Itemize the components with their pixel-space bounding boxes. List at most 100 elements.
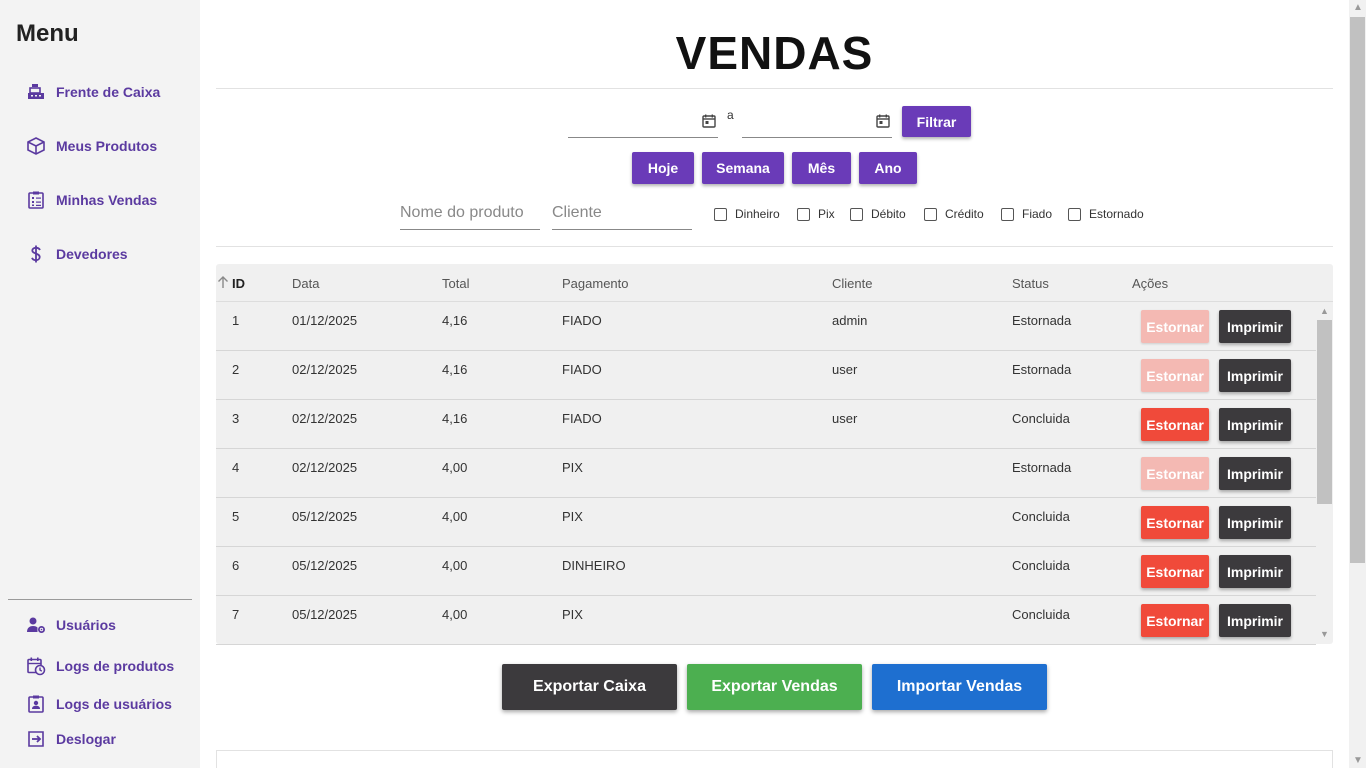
checkbox-dinheiro[interactable]: Dinheiro (714, 207, 780, 221)
sidebar-item-meus-produtos[interactable]: Meus Produtos (26, 134, 157, 158)
period-today-button[interactable]: Hoje (632, 152, 694, 184)
cell-data: 05/12/2025 (292, 509, 358, 524)
cell-data: 02/12/2025 (292, 460, 358, 475)
user-badge-icon (26, 694, 46, 714)
column-header-data[interactable]: Data (292, 276, 319, 291)
export-vendas-button[interactable]: Exportar Vendas (687, 664, 862, 710)
sidebar-item-logs-de-usuarios[interactable]: Logs de usuários (26, 692, 172, 716)
sidebar-item-usuarios[interactable]: Usuários (26, 613, 116, 637)
column-header-cliente[interactable]: Cliente (832, 276, 872, 291)
sidebar-item-label: Logs de produtos (56, 658, 175, 674)
user-gear-icon (26, 615, 46, 635)
table-row: 5 05/12/2025 4,00 PIX Concluida Estornar Impri… (216, 498, 1316, 547)
cell-status: Estornada (1012, 313, 1072, 328)
sidebar-item-deslogar[interactable]: Deslogar (26, 727, 116, 751)
export-caixa-button[interactable]: Exportar Caixa (502, 664, 677, 710)
checkbox-box[interactable] (924, 207, 937, 221)
checkbox-credito[interactable]: Crédito (924, 207, 984, 221)
table-row: 4 02/12/2025 4,00 PIX Estornada Estornar Impri… (216, 449, 1316, 498)
date-start-input[interactable] (568, 106, 718, 138)
estornar-button: Estornar (1141, 359, 1209, 392)
import-vendas-button[interactable]: Importar Vendas (872, 664, 1047, 710)
calendar-icon[interactable] (702, 114, 716, 128)
cell-status: Estornada (1012, 460, 1072, 475)
cell-pagamento: PIX (562, 460, 583, 475)
column-header-total[interactable]: Total (442, 276, 469, 291)
cell-pagamento: PIX (562, 509, 583, 524)
cell-total: 4,16 (442, 362, 468, 377)
client-search-input[interactable]: Cliente (552, 200, 692, 230)
column-header-pagamento[interactable]: Pagamento (562, 276, 629, 291)
checkbox-box[interactable] (797, 207, 810, 221)
imprimir-button[interactable]: Imprimir (1219, 408, 1291, 441)
imprimir-button[interactable]: Imprimir (1219, 457, 1291, 490)
scrollbar-thumb[interactable] (1350, 17, 1365, 563)
checkbox-box[interactable] (1001, 207, 1014, 221)
cell-status: Concluida (1012, 558, 1070, 573)
imprimir-button[interactable]: Imprimir (1219, 555, 1291, 588)
scroll-down-arrow-icon[interactable]: ▼ (1320, 630, 1329, 639)
checkbox-box[interactable] (1068, 207, 1081, 221)
cell-data: 02/12/2025 (292, 411, 358, 426)
estornar-button: Estornar (1141, 457, 1209, 490)
cell-total: 4,00 (442, 607, 468, 622)
calendar-icon[interactable] (876, 114, 890, 128)
product-search-input[interactable]: Nome do produto (400, 200, 540, 230)
page-scrollbar[interactable]: ▲ ▼ (1349, 0, 1366, 768)
cell-data: 05/12/2025 (292, 607, 358, 622)
dollar-icon (26, 244, 46, 264)
filter-button[interactable]: Filtrar (902, 106, 971, 137)
checkbox-fiado[interactable]: Fiado (1001, 207, 1052, 221)
sidebar-item-logs-de-produtos[interactable]: Logs de produtos (26, 654, 174, 678)
table-scrollbar[interactable]: ▲ ▼ (1317, 304, 1332, 642)
calendar-clock-icon (26, 656, 46, 676)
column-header-acoes: Ações (1132, 276, 1169, 291)
column-header-id[interactable]: ID (232, 276, 245, 291)
sidebar-item-label: Frente de Caixa (56, 84, 161, 100)
cell-total: 4,00 (442, 558, 468, 573)
cell-pagamento: FIADO (562, 313, 602, 328)
logout-icon (26, 729, 46, 749)
imprimir-button[interactable]: Imprimir (1219, 359, 1291, 392)
scroll-down-arrow-icon[interactable]: ▼ (1353, 755, 1363, 766)
column-header-status[interactable]: Status (1012, 276, 1049, 291)
estornar-button[interactable]: Estornar (1141, 506, 1209, 539)
imprimir-button[interactable]: Imprimir (1219, 506, 1291, 539)
period-month-button[interactable]: Mês (792, 152, 851, 184)
cell-status: Concluida (1012, 607, 1070, 622)
sort-up-arrow-icon[interactable] (216, 275, 230, 289)
estornar-button[interactable]: Estornar (1141, 408, 1209, 441)
estornar-button[interactable]: Estornar (1141, 604, 1209, 637)
box-icon (26, 136, 46, 156)
cell-total: 4,16 (442, 313, 468, 328)
cell-total: 4,00 (442, 460, 468, 475)
cell-total: 4,16 (442, 411, 468, 426)
scroll-up-arrow-icon[interactable]: ▲ (1353, 2, 1363, 13)
cell-id: 6 (232, 558, 240, 573)
scrollbar-thumb[interactable] (1317, 320, 1332, 504)
date-end-input[interactable] (742, 106, 892, 138)
checkbox-pix[interactable]: Pix (797, 207, 835, 221)
sidebar-item-label: Devedores (56, 246, 128, 262)
checkbox-box[interactable] (714, 207, 727, 221)
sidebar-item-minhas-vendas[interactable]: Minhas Vendas (26, 188, 157, 212)
cash-register-icon (26, 82, 46, 102)
checkbox-box[interactable] (850, 207, 863, 221)
imprimir-button[interactable]: Imprimir (1219, 604, 1291, 637)
checkbox-estornado[interactable]: Estornado (1068, 207, 1144, 221)
checkbox-debito[interactable]: Débito (850, 207, 906, 221)
sidebar-divider (8, 599, 192, 600)
sidebar-item-devedores[interactable]: Devedores (26, 242, 128, 266)
cell-total: 4,00 (442, 509, 468, 524)
table-row: 2 02/12/2025 4,16 FIADO user Estornada Estorna… (216, 351, 1316, 400)
cell-status: Estornada (1012, 362, 1072, 377)
imprimir-button[interactable]: Imprimir (1219, 310, 1291, 343)
scroll-up-arrow-icon[interactable]: ▲ (1320, 307, 1329, 316)
period-year-button[interactable]: Ano (859, 152, 917, 184)
sidebar-item-label: Usuários (56, 617, 116, 633)
estornar-button[interactable]: Estornar (1141, 555, 1209, 588)
cell-data: 05/12/2025 (292, 558, 358, 573)
period-week-button[interactable]: Semana (702, 152, 784, 184)
table-row: 7 05/12/2025 4,00 PIX Concluida Estornar Impri… (216, 596, 1316, 645)
sidebar-item-frente-de-caixa[interactable]: Frente de Caixa (26, 80, 160, 104)
